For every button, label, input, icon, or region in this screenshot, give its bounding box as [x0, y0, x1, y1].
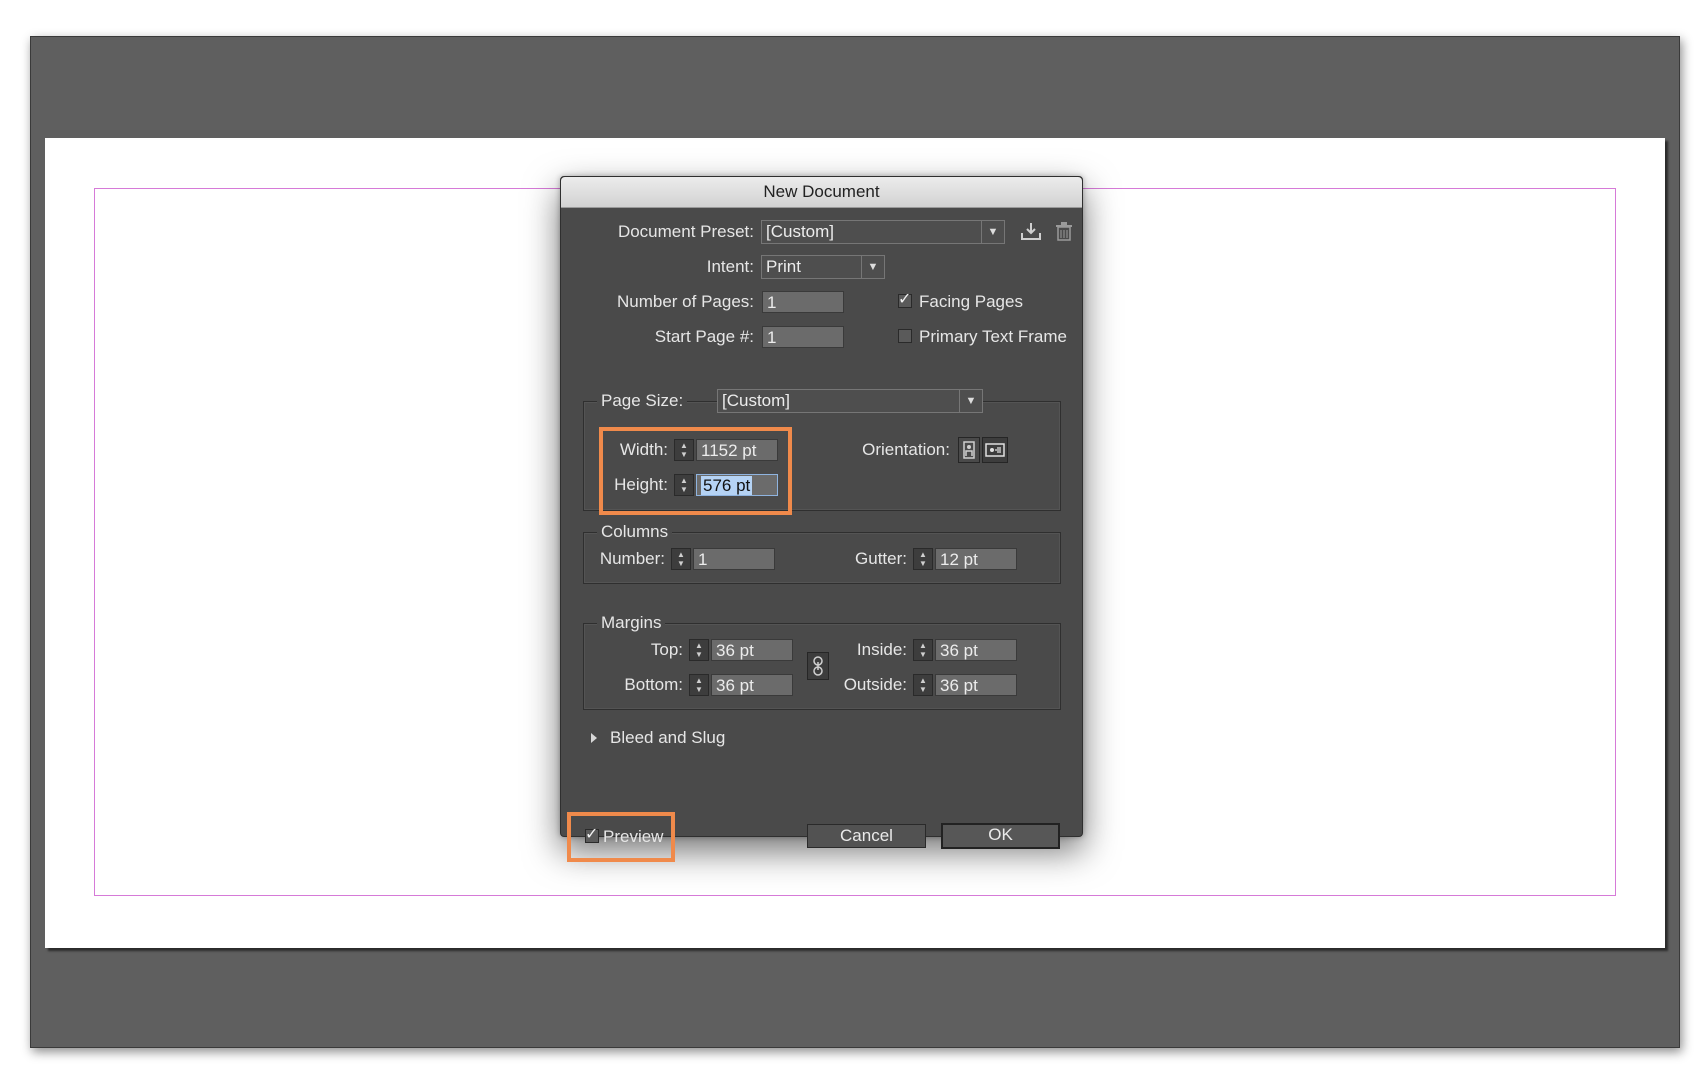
width-height-highlight	[599, 427, 792, 515]
gutter-stepper[interactable]: ▲ ▼	[913, 548, 933, 570]
margin-inside-label: Inside:	[856, 640, 907, 659]
chevron-down-icon: ▼	[861, 256, 884, 278]
margin-top-stepper[interactable]: ▲ ▼	[689, 639, 709, 661]
margin-bottom-label: Bottom:	[624, 675, 683, 694]
columns-number-input[interactable]: 1	[693, 548, 775, 570]
delete-preset-icon[interactable]	[1055, 221, 1073, 243]
margin-top-input[interactable]: 36 pt	[711, 639, 793, 661]
portrait-icon[interactable]	[958, 437, 980, 463]
ok-button[interactable]: OK	[941, 823, 1060, 849]
margin-top-label: Top:	[650, 640, 683, 659]
intent-label: Intent:	[706, 257, 754, 276]
document-preset-select[interactable]: [Custom] ▼	[761, 220, 1005, 244]
chevron-down-icon: ▼	[981, 221, 1004, 243]
columns-number-stepper[interactable]: ▲ ▼	[671, 548, 691, 570]
margin-inside-input[interactable]: 36 pt	[935, 639, 1017, 661]
intent-select[interactable]: Print ▼	[761, 255, 885, 279]
dialog-title: New Document	[561, 177, 1082, 208]
gutter-input[interactable]: 12 pt	[935, 548, 1017, 570]
number-of-pages-input[interactable]: 1	[762, 291, 844, 313]
margin-outside-stepper[interactable]: ▲ ▼	[913, 674, 933, 696]
orientation-label: Orientation:	[862, 440, 950, 459]
primary-text-frame-checkbox[interactable]	[898, 329, 912, 343]
bleed-and-slug-toggle[interactable]: Bleed and Slug	[610, 727, 725, 749]
new-document-dialog: New Document Document Preset: [Custom] ▼…	[560, 176, 1083, 862]
disclosure-triangle-icon[interactable]	[589, 730, 599, 744]
margin-outside-label: Outside:	[843, 675, 907, 694]
page-size-label: Page Size:	[597, 390, 688, 412]
facing-pages-label: Facing Pages	[919, 292, 1023, 311]
margins-title: Margins	[597, 612, 666, 634]
margin-outside-input[interactable]: 36 pt	[935, 674, 1017, 696]
margin-bottom-input[interactable]: 36 pt	[711, 674, 793, 696]
margin-inside-stepper[interactable]: ▲ ▼	[913, 639, 933, 661]
cancel-button[interactable]: Cancel	[807, 824, 926, 848]
page-size-value: [Custom]	[722, 391, 791, 410]
columns-title: Columns	[597, 521, 673, 543]
number-of-pages-label: Number of Pages:	[616, 292, 754, 311]
start-page-label: Start Page #:	[654, 327, 754, 346]
gutter-label: Gutter:	[855, 549, 907, 568]
start-page-input[interactable]: 1	[762, 326, 844, 348]
page-size-select[interactable]: [Custom] ▼	[717, 389, 983, 413]
primary-text-frame-label: Primary Text Frame	[919, 327, 1067, 346]
columns-number-label: Number:	[599, 549, 665, 568]
save-preset-icon[interactable]	[1019, 221, 1043, 243]
document-preset-value: [Custom]	[766, 222, 835, 241]
chevron-down-icon: ▼	[959, 390, 982, 412]
preview-checkbox[interactable]: ✓	[585, 827, 599, 843]
facing-pages-checkbox[interactable]: ✓	[898, 292, 912, 308]
preview-label: Preview	[603, 827, 664, 846]
landscape-icon[interactable]	[982, 437, 1008, 463]
intent-value: Print	[766, 257, 801, 276]
document-preset-label: Document Preset:	[617, 222, 754, 241]
margin-bottom-stepper[interactable]: ▲ ▼	[689, 674, 709, 696]
